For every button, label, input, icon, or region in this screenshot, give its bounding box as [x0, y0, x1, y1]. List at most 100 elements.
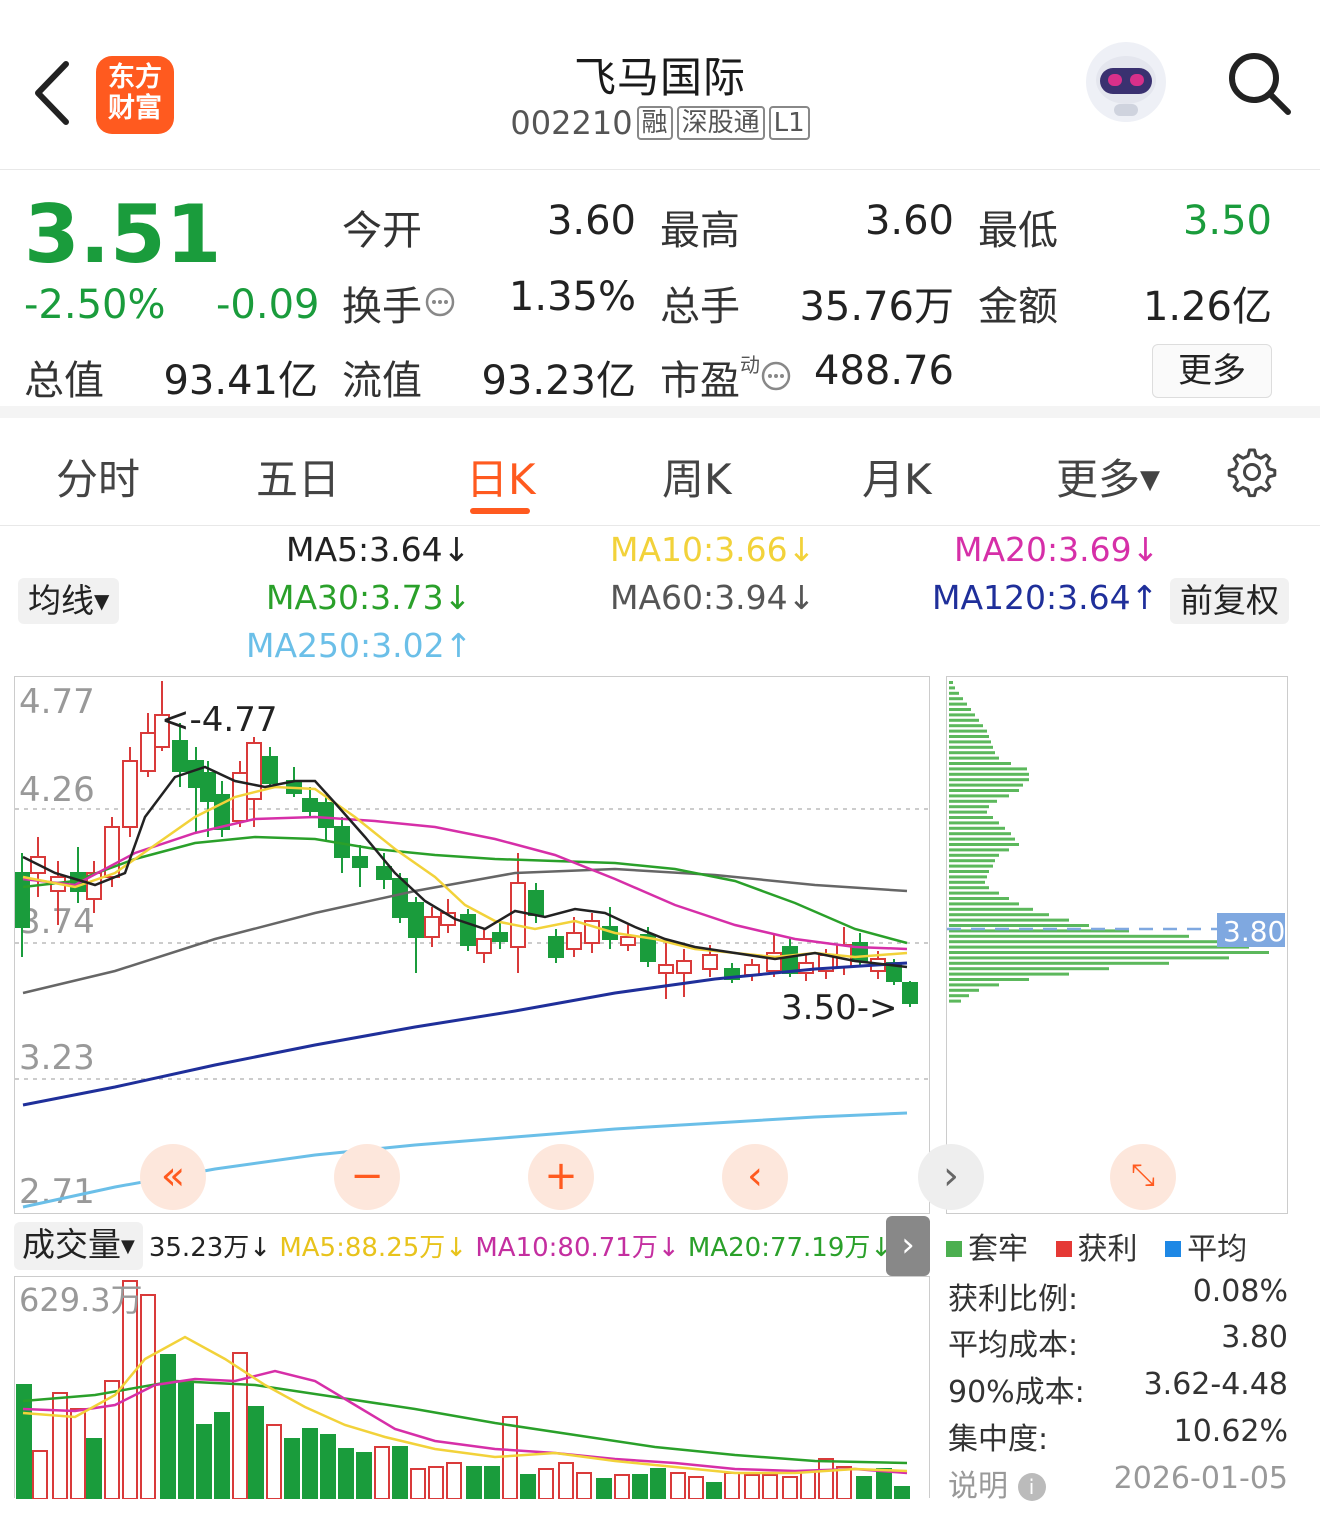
volume-bar [762, 1474, 778, 1500]
volume-bar [502, 1416, 518, 1500]
turnover-label[interactable]: 换手 [342, 274, 456, 332]
chip-bar [949, 805, 989, 809]
tab-intraday[interactable]: 分时 [56, 446, 140, 507]
chip-bar [949, 848, 1009, 852]
tab-five-day[interactable]: 五日 [256, 446, 340, 507]
chip-bar [949, 940, 1229, 944]
high-label: 最高 [660, 208, 740, 254]
candle-body [476, 938, 492, 954]
chip-bar [949, 794, 1009, 798]
stock-code: 002210 [510, 104, 633, 142]
chip-bar [949, 724, 983, 728]
volume-bar [356, 1452, 372, 1500]
tab-weekly-k[interactable]: 周K [662, 446, 732, 507]
chip-bar [949, 886, 989, 890]
chip-bar [949, 762, 1011, 765]
low-price-marker: 3.50-> [781, 988, 897, 1028]
fullscreen-expand-icon[interactable]: ⤡ [1110, 1144, 1176, 1210]
volume-indicator-next-button[interactable]: › [886, 1216, 930, 1276]
chip-bar [949, 961, 1169, 965]
chip-bar [949, 681, 953, 684]
tab-more[interactable]: 更多▼ [1056, 446, 1160, 507]
level-tag: L1 [768, 106, 810, 140]
scroll-left-fast-button[interactable]: « [140, 1144, 206, 1210]
high-price-marker: <-4.77 [161, 700, 277, 740]
search-icon[interactable] [1222, 46, 1294, 118]
chip-bar [949, 907, 1033, 911]
chip-bar [949, 832, 1011, 836]
more-quote-button[interactable]: 更多 [1152, 344, 1272, 398]
chip-bar [949, 956, 1229, 960]
volume-bar [196, 1424, 212, 1500]
avg-cost-label: 3.80 [1223, 915, 1285, 948]
volume-bar [284, 1438, 300, 1500]
volume-bar [632, 1474, 648, 1500]
volume-label: 总手 [660, 284, 740, 330]
volume-ma5: MA5:88.25万↓ [279, 1233, 468, 1263]
assistant-robot-icon[interactable] [1084, 40, 1168, 124]
chip-bar [949, 918, 1069, 922]
volume-bar [248, 1406, 264, 1500]
high-value: 3.60 [864, 198, 954, 244]
chip-bar [949, 967, 1109, 971]
chip-legend: 套牢 获利 平均 [946, 1224, 1247, 1268]
zoom-out-button[interactable]: − [334, 1144, 400, 1210]
chip-bar [949, 729, 987, 733]
volume-bar [484, 1466, 500, 1500]
volume-bar [86, 1438, 102, 1500]
margin-tag: 融 [636, 106, 673, 140]
chip-bar [949, 902, 1019, 906]
info-icon[interactable] [760, 360, 792, 392]
volume-bar [446, 1462, 462, 1500]
tab-monthly-k[interactable]: 月K [862, 446, 932, 507]
chip-bar [949, 972, 1069, 976]
info-icon[interactable]: i [1017, 1473, 1046, 1501]
period-tabs: 分时 五日 日K 周K 月K 更多▼ [0, 430, 1320, 526]
ma10-value: MA10:3.66↓ [610, 530, 816, 569]
volume-bar [596, 1478, 612, 1500]
chip-bar [949, 735, 989, 738]
scroll-right-button[interactable]: › [918, 1144, 984, 1210]
candle-body [852, 942, 868, 962]
settings-gear-icon[interactable] [1226, 446, 1278, 498]
tab-daily-k[interactable]: 日K [466, 446, 536, 507]
chip-bar [949, 988, 979, 992]
volume-mode-selector[interactable]: 成交量▼ [14, 1222, 143, 1270]
chip-bar [949, 837, 1015, 841]
pe-label[interactable]: 市盈动 [660, 348, 792, 406]
chip-distribution-chart[interactable]: 3.80 [946, 676, 1288, 1214]
zoom-in-button[interactable]: + [528, 1144, 594, 1210]
ma-mode-selector[interactable]: 均线▼ [18, 578, 120, 624]
chip-bar [949, 880, 985, 884]
market-cap-label: 总值 [24, 358, 104, 404]
adjust-mode-button[interactable]: 前复权 [1170, 578, 1289, 624]
volume-bar [782, 1476, 798, 1500]
float-cap-value: 93.23亿 [481, 358, 636, 404]
volume-bar [52, 1392, 68, 1500]
change-amount: -0.09 [216, 282, 320, 328]
candle-body [140, 732, 156, 772]
volume-bar [70, 1408, 86, 1500]
scroll-left-button[interactable]: ‹ [722, 1144, 788, 1210]
chip-bar [949, 999, 961, 1003]
legend-average: 平均 [1187, 1232, 1248, 1267]
volume-ma10: MA10:80.71万↓ [475, 1233, 680, 1263]
chip-bar [949, 686, 955, 690]
chip-bar [949, 751, 995, 755]
candle-body [510, 882, 526, 948]
volume-bar [214, 1412, 230, 1500]
volume-bar [856, 1476, 872, 1500]
volume-bar [614, 1474, 630, 1500]
volume-bar [160, 1354, 176, 1500]
volume-chart[interactable]: 629.3万 [14, 1276, 930, 1500]
chip-bar [949, 945, 1249, 949]
volume-bar [724, 1472, 740, 1500]
chip-bar [949, 978, 1029, 981]
kline-chart[interactable]: 4.77 4.26 3.74 3.23 2.71 <-4.77 3.50-> [14, 676, 931, 1214]
info-icon[interactable] [424, 286, 456, 318]
connect-tag: 深股通 [676, 106, 765, 140]
dropdown-caret-icon: ▼ [121, 1236, 135, 1257]
candle-body [318, 802, 334, 828]
volume-max-tick: 629.3万 [19, 1281, 143, 1319]
volume-bar [576, 1472, 592, 1500]
